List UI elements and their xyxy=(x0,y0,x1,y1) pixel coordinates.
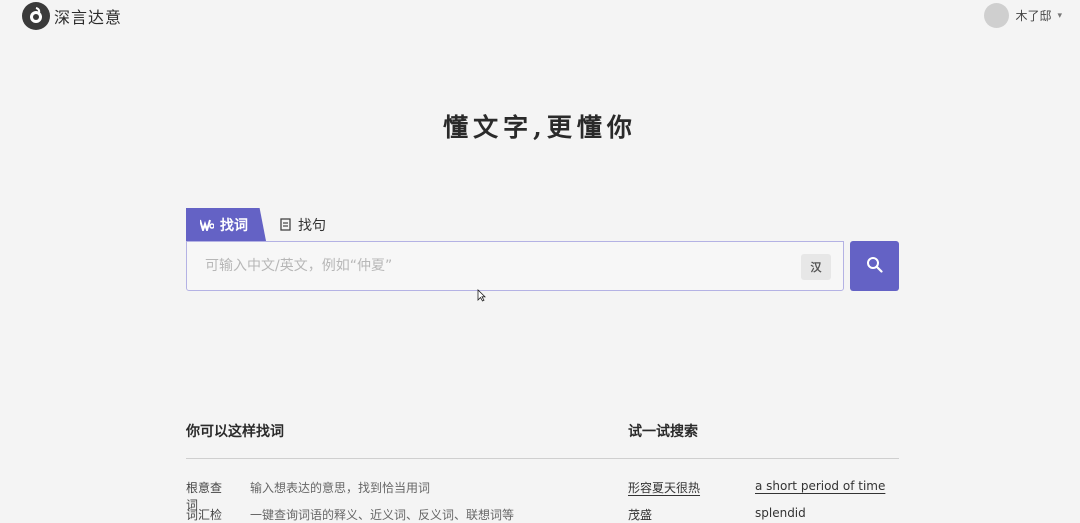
search-input[interactable] xyxy=(187,242,787,290)
search-button[interactable] xyxy=(850,241,899,291)
guide-item-label: 词汇检索 xyxy=(186,508,223,522)
logo-mark-icon xyxy=(22,2,50,30)
language-toggle[interactable]: 汉 xyxy=(801,254,831,280)
logo-text: 深言达意 xyxy=(54,8,123,27)
tab-find-sentence-label: 找句 xyxy=(298,217,326,234)
guide-title: 你可以这样找词 xyxy=(186,424,284,440)
search-icon xyxy=(866,256,883,277)
guide-item: 词汇检索 一键查询词语的释义、近义词、反义词、联想词等 xyxy=(186,506,514,523)
page: 深言达意 木了邸 ▾ 懂文字,更懂你 找词 找句 可输入中文/英文，例如“仲夏”… xyxy=(0,0,1080,523)
tab-find-word-label: 找词 xyxy=(220,217,248,234)
user-name[interactable]: 木了邸 xyxy=(1015,7,1051,24)
try-search-example[interactable]: 形容夏天很热 xyxy=(628,479,700,496)
try-search-example[interactable]: a short period of time xyxy=(755,479,885,493)
try-search-example[interactable]: 茂盛 xyxy=(628,506,652,523)
avatar[interactable] xyxy=(984,3,1010,28)
word-icon xyxy=(200,219,214,231)
user-menu[interactable]: 木了邸 ▾ xyxy=(984,3,1062,28)
chevron-down-icon[interactable]: ▾ xyxy=(1057,11,1062,21)
tab-find-sentence[interactable]: 找句 xyxy=(266,208,340,241)
try-search-example[interactable]: splendid xyxy=(755,506,806,520)
tab-find-word[interactable]: 找词 xyxy=(186,208,266,241)
section-divider xyxy=(186,458,899,459)
page-slogan: 懂文字,更懂你 xyxy=(443,113,637,142)
search-box: 汉 xyxy=(186,241,844,291)
sentence-icon xyxy=(280,218,292,231)
logo[interactable]: 深言达意 xyxy=(22,2,122,30)
try-search-title: 试一试搜索 xyxy=(628,424,698,440)
mouse-cursor-icon xyxy=(477,287,486,306)
search-mode-tabs: 找词 找句 xyxy=(186,208,340,241)
guide-item-desc: 一键查询词语的释义、近义词、反义词、联想词等 xyxy=(250,508,515,522)
